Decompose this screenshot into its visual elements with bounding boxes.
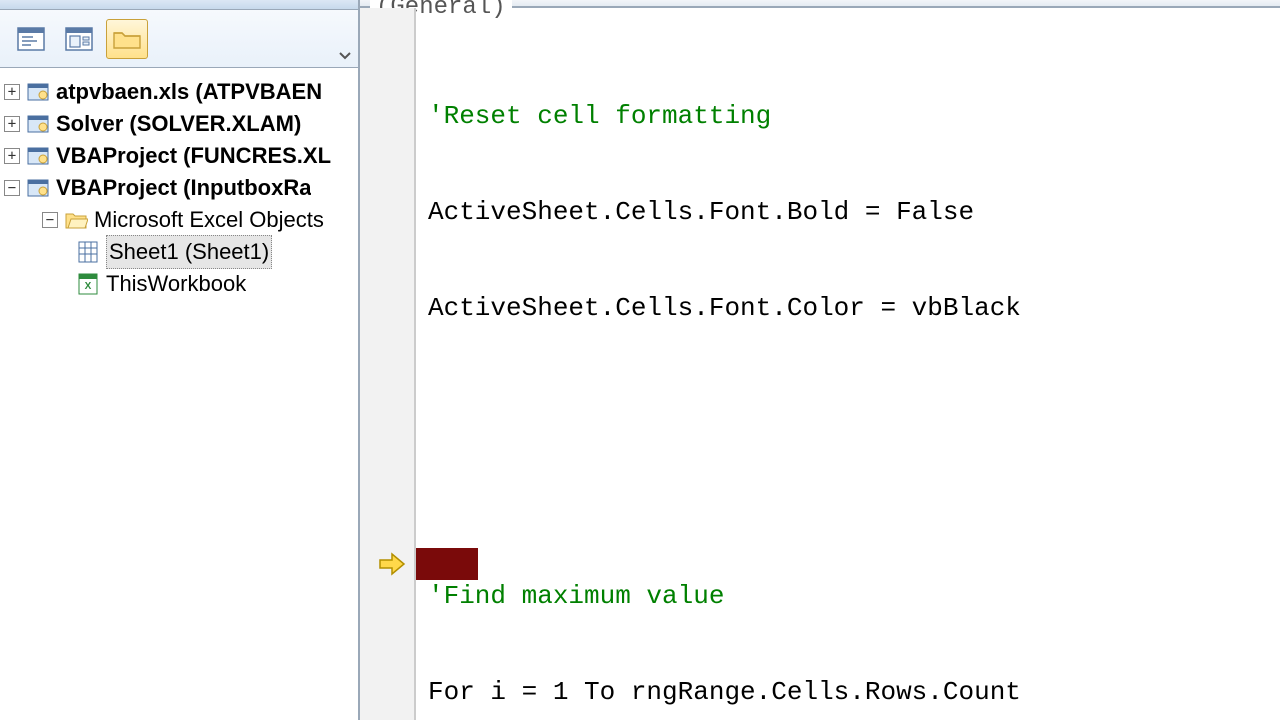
folder-open-icon xyxy=(64,208,88,232)
code-line[interactable]: 'Reset cell formatting xyxy=(416,100,1280,132)
project-item-label: Solver (SOLVER.XLAM) xyxy=(56,108,301,140)
code-window: (General) 'Reset cell formatting ActiveS… xyxy=(360,0,1280,720)
vba-project-icon xyxy=(26,80,50,104)
workbook-item-label: ThisWorkbook xyxy=(106,268,246,300)
project-item[interactable]: + atpvbaen.xls (ATPVBAEN xyxy=(4,76,354,108)
collapse-icon[interactable]: − xyxy=(4,180,20,196)
collapse-icon[interactable]: − xyxy=(42,212,58,228)
svg-text:X: X xyxy=(85,281,92,292)
toggle-folders-button[interactable] xyxy=(106,19,148,59)
pane-titlebar xyxy=(0,0,358,10)
chevron-down-icon xyxy=(339,52,351,60)
project-item-label: VBAProject (FUNCRES.XL xyxy=(56,140,331,172)
expand-icon[interactable]: + xyxy=(4,84,20,100)
sheet-item[interactable]: Sheet1 (Sheet1) xyxy=(4,236,354,268)
sheet-item-label: Sheet1 (Sheet1) xyxy=(106,235,272,269)
folder-icon xyxy=(112,27,142,51)
code-icon xyxy=(17,27,45,51)
code-line[interactable]: ActiveSheet.Cells.Font.Color = vbBlack xyxy=(416,292,1280,324)
code-line[interactable]: 'Find maximum value xyxy=(416,580,1280,612)
code-line[interactable]: ActiveSheet.Cells.Font.Bold = False xyxy=(416,196,1280,228)
vba-project-icon xyxy=(26,144,50,168)
project-item-label: VBAProject (InputboxRa xyxy=(56,172,311,204)
expand-icon[interactable]: + xyxy=(4,148,20,164)
project-tree[interactable]: + atpvbaen.xls (ATPVBAEN + Solver (SOLVE… xyxy=(0,68,358,308)
project-explorer-pane: + atpvbaen.xls (ATPVBAEN + Solver (SOLVE… xyxy=(0,0,360,720)
project-item[interactable]: + VBAProject (FUNCRES.XL xyxy=(4,140,354,172)
code-editor[interactable]: 'Reset cell formatting ActiveSheet.Cells… xyxy=(416,8,1280,720)
folder-item[interactable]: − Microsoft Excel Objects xyxy=(4,204,354,236)
project-explorer-toolbar xyxy=(0,10,358,68)
folder-item-label: Microsoft Excel Objects xyxy=(94,204,324,236)
project-item[interactable]: + Solver (SOLVER.XLAM) xyxy=(4,108,354,140)
code-line[interactable]: For i = 1 To rngRange.Cells.Rows.Count xyxy=(416,676,1280,708)
view-object-button[interactable] xyxy=(58,19,100,59)
execution-arrow-icon xyxy=(378,550,406,578)
project-item[interactable]: − VBAProject (InputboxRa xyxy=(4,172,354,204)
object-icon xyxy=(65,27,93,51)
vba-project-icon xyxy=(26,176,50,200)
worksheet-icon xyxy=(76,240,100,264)
view-code-button[interactable] xyxy=(10,19,52,59)
vba-project-icon xyxy=(26,112,50,136)
toolbar-overflow-button[interactable] xyxy=(336,47,354,65)
expand-icon[interactable]: + xyxy=(4,116,20,132)
project-item-label: atpvbaen.xls (ATPVBAEN xyxy=(56,76,322,108)
workbook-item[interactable]: X ThisWorkbook xyxy=(4,268,354,300)
code-line[interactable] xyxy=(416,484,1280,516)
workbook-icon: X xyxy=(76,272,100,296)
indicator-margin[interactable] xyxy=(360,8,416,720)
code-line[interactable] xyxy=(416,388,1280,420)
